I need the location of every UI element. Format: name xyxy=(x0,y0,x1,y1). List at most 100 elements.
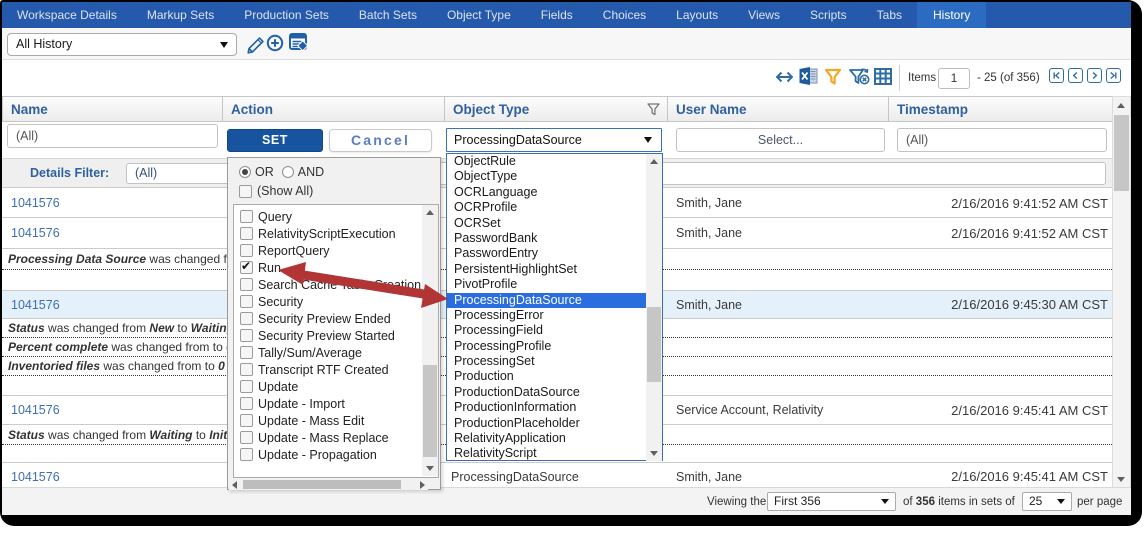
object-type-option[interactable]: ProductionInformation xyxy=(447,400,662,415)
tab-workspace-details[interactable]: Workspace Details xyxy=(2,2,132,28)
option-checkbox[interactable] xyxy=(240,295,253,308)
show-all-checkbox[interactable] xyxy=(239,184,252,198)
scroll-right-icon[interactable] xyxy=(420,481,425,489)
object-type-option[interactable]: ProcessingDataSource xyxy=(447,292,662,308)
add-circle-icon[interactable] xyxy=(266,34,284,52)
cell-name[interactable]: 1041576 xyxy=(2,189,222,217)
filter-icon[interactable] xyxy=(824,68,842,86)
scroll-left-icon[interactable] xyxy=(232,481,237,489)
list-scrollbar[interactable] xyxy=(422,205,438,476)
page-size-select[interactable]: 25 xyxy=(1022,492,1072,511)
tab-production-sets[interactable]: Production Sets xyxy=(229,2,344,28)
option-checkbox[interactable] xyxy=(240,448,253,461)
object-type-option[interactable]: Production xyxy=(447,369,662,384)
tab-tabs[interactable]: Tabs xyxy=(862,2,917,28)
edit-pencil-icon[interactable] xyxy=(245,34,265,56)
option-checkbox[interactable] xyxy=(240,244,253,257)
option-checkbox[interactable] xyxy=(240,278,253,291)
grid-columns-icon[interactable] xyxy=(874,68,892,85)
first-page-button[interactable] xyxy=(1049,68,1064,83)
option-checkbox[interactable] xyxy=(240,210,253,223)
cell-name[interactable]: 1041576 xyxy=(2,218,222,248)
last-page-button[interactable] xyxy=(1106,68,1121,83)
items-page-input[interactable]: 1 xyxy=(938,68,970,89)
action-filter-option[interactable]: Security xyxy=(234,293,438,310)
column-header-action[interactable]: Action xyxy=(223,97,445,122)
action-filter-option[interactable]: Update - Propagation xyxy=(234,446,438,463)
cell-name[interactable]: 1041576 xyxy=(2,463,222,487)
option-checkbox[interactable] xyxy=(240,227,253,240)
tab-batch-sets[interactable]: Batch Sets xyxy=(344,2,432,28)
column-header-timestamp[interactable]: Timestamp xyxy=(889,97,1113,122)
scroll-up-button[interactable] xyxy=(1113,97,1130,114)
object-type-option[interactable]: OCRLanguage xyxy=(447,185,662,200)
scrollbar-thumb[interactable] xyxy=(423,365,437,457)
audit-row[interactable]: 1041576 ProcessingDataSource Smith, Jane 2/… xyxy=(2,463,1112,487)
object-type-filter-select[interactable]: ProcessingDataSource xyxy=(446,128,662,152)
or-radio[interactable] xyxy=(239,166,251,178)
cell-name[interactable]: 1041576 xyxy=(2,396,222,424)
resize-columns-icon[interactable] xyxy=(776,71,793,83)
option-checkbox[interactable] xyxy=(240,312,253,325)
horizontal-scrollbar[interactable] xyxy=(229,479,428,490)
column-header-name[interactable]: Name xyxy=(3,97,223,122)
next-page-button[interactable] xyxy=(1087,68,1102,83)
object-type-option[interactable]: OCRSet xyxy=(447,216,662,231)
option-checkbox[interactable] xyxy=(240,380,253,393)
action-filter-option[interactable]: Query xyxy=(234,208,438,225)
option-checkbox[interactable] xyxy=(240,414,253,427)
action-filter-option[interactable]: RelativityScriptExecution xyxy=(234,225,438,242)
object-type-option[interactable]: RelativityScript xyxy=(447,446,662,461)
object-type-option[interactable]: ObjectRule xyxy=(447,154,662,169)
object-type-option[interactable]: PivotProfile xyxy=(447,277,662,292)
action-filter-option[interactable]: Search Cache Table Creation xyxy=(234,276,438,293)
scrollbar-thumb[interactable] xyxy=(647,307,661,382)
action-filter-option[interactable]: Transcript RTF Created xyxy=(234,361,438,378)
option-checkbox[interactable] xyxy=(240,363,253,376)
action-filter-option[interactable]: Update - Mass Replace xyxy=(234,429,438,446)
object-type-option[interactable]: OCRProfile xyxy=(447,200,662,215)
object-type-option[interactable]: PasswordBank xyxy=(447,231,662,246)
action-filter-option[interactable]: Tally/Sum/Average xyxy=(234,344,438,361)
option-checkbox[interactable] xyxy=(240,431,253,444)
tab-choices[interactable]: Choices xyxy=(588,2,661,28)
view-details-icon[interactable] xyxy=(289,33,309,53)
column-header-object-type[interactable]: Object Type xyxy=(445,97,668,122)
user-name-filter-select[interactable]: Select... xyxy=(676,128,885,152)
tab-scripts[interactable]: Scripts xyxy=(795,2,862,28)
tab-fields[interactable]: Fields xyxy=(526,2,588,28)
tab-views[interactable]: Views xyxy=(733,2,795,28)
scroll-down-button[interactable] xyxy=(422,461,438,476)
action-filter-option[interactable]: Update xyxy=(234,378,438,395)
export-excel-icon[interactable] xyxy=(799,67,818,85)
column-header-user-name[interactable]: User Name xyxy=(668,97,889,122)
object-type-option[interactable]: ProcessingProfile xyxy=(447,339,662,354)
tab-object-type[interactable]: Object Type xyxy=(432,2,526,28)
action-filter-option[interactable]: Update - Import xyxy=(234,395,438,412)
object-type-option[interactable]: ObjectType xyxy=(447,169,662,184)
option-checkbox[interactable] xyxy=(240,329,253,342)
object-type-option[interactable]: ProcessingError xyxy=(447,308,662,323)
tab-layouts[interactable]: Layouts xyxy=(661,2,733,28)
object-type-option[interactable]: PasswordEntry xyxy=(447,246,662,261)
timestamp-filter-input[interactable]: (All) xyxy=(897,128,1107,152)
hscrollbar-thumb[interactable] xyxy=(243,480,401,489)
option-checkbox[interactable] xyxy=(240,397,253,410)
name-filter-input[interactable]: (All) xyxy=(7,124,218,148)
and-radio[interactable] xyxy=(281,166,294,178)
scrollbar-thumb[interactable] xyxy=(1114,115,1129,191)
action-filter-option[interactable]: Security Preview Ended xyxy=(234,310,438,327)
object-type-option[interactable]: ProductionPlaceholder xyxy=(447,416,662,431)
action-filter-option[interactable]: Run xyxy=(234,259,438,276)
scroll-up-button[interactable] xyxy=(646,154,662,169)
tab-history[interactable]: History xyxy=(917,2,987,28)
scroll-down-button[interactable] xyxy=(1113,471,1130,488)
vertical-scrollbar[interactable] xyxy=(1112,96,1131,488)
show-all-option[interactable]: (Show All) xyxy=(239,184,313,198)
cell-name[interactable]: 1041576 xyxy=(2,291,222,318)
set-range-select[interactable]: First 356 xyxy=(767,492,896,511)
action-filter-option[interactable]: Update - Mass Edit xyxy=(234,412,438,429)
scroll-down-button[interactable] xyxy=(646,446,662,461)
option-checkbox[interactable] xyxy=(240,346,253,359)
view-selector[interactable]: All History xyxy=(7,33,237,56)
